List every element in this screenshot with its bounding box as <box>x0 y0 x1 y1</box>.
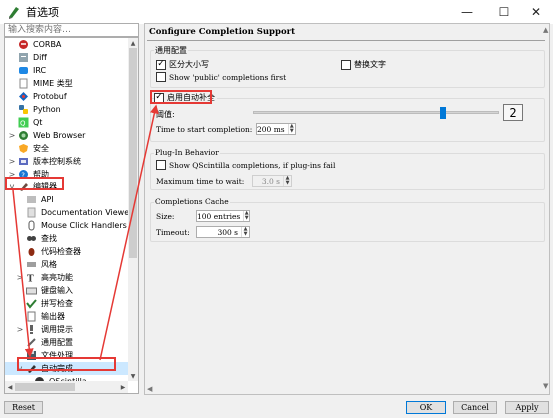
annotation-arrow-enable <box>99 104 159 361</box>
annotation-arrow-editor <box>12 189 34 358</box>
annotation-arrows <box>12 104 159 361</box>
